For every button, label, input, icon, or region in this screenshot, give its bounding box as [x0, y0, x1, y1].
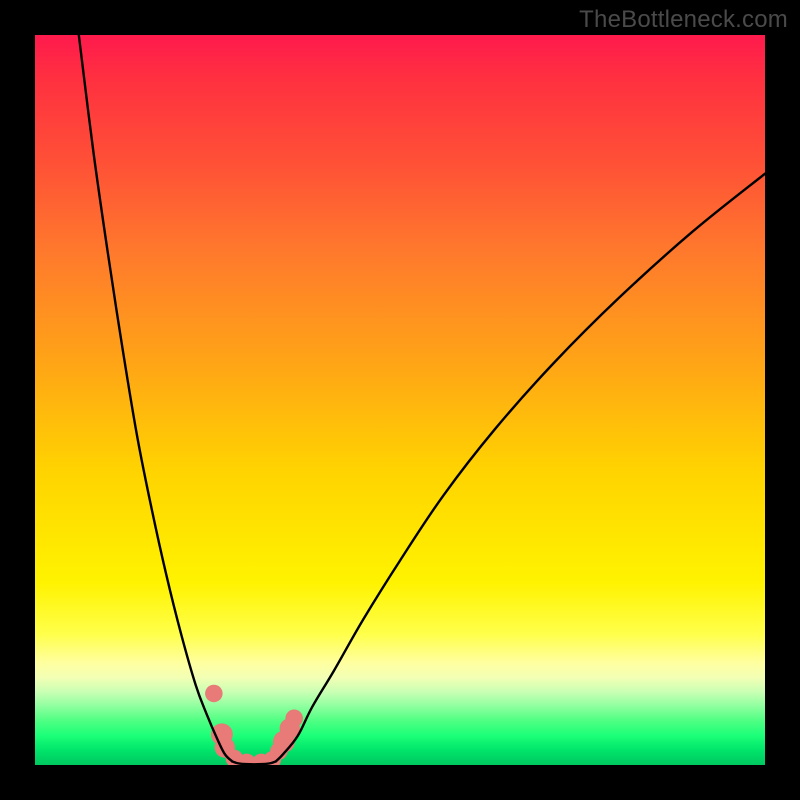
data-markers: [205, 685, 303, 765]
plot-area: [35, 35, 765, 765]
data-marker: [285, 710, 303, 728]
data-marker: [205, 685, 223, 703]
chart-frame: TheBottleneck.com: [0, 0, 800, 800]
curve-right-branch: [276, 174, 765, 762]
curve-layer: [35, 35, 765, 765]
curve-left-branch: [79, 35, 232, 761]
watermark-text: TheBottleneck.com: [579, 6, 788, 34]
